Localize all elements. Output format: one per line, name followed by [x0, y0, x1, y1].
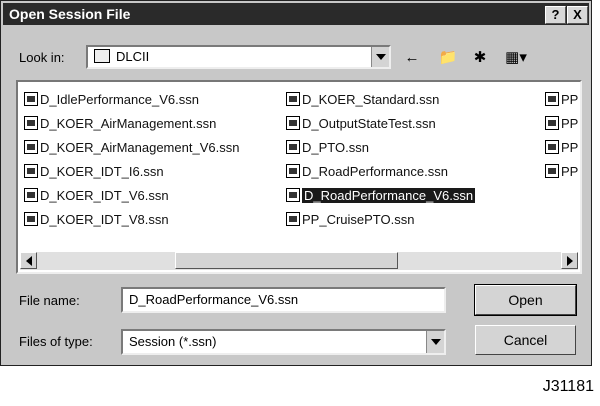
list-item[interactable]: D_KOER_IDT_V6.ssn [24, 186, 169, 204]
file-icon [24, 140, 38, 154]
figure-code: J31181 [542, 378, 594, 395]
file-icon [286, 92, 300, 106]
look-in-select[interactable]: DLCII [86, 45, 391, 69]
title-bar[interactable]: Open Session File ? X [3, 3, 589, 25]
list-item[interactable]: D_KOER_IDT_V8.ssn [24, 210, 169, 228]
file-icon [545, 116, 559, 130]
file-type-select[interactable]: Session (*.ssn) [121, 329, 446, 355]
file-icon [286, 164, 300, 178]
chevron-down-icon[interactable] [371, 47, 389, 67]
list-item[interactable]: D_KOER_IDT_I6.ssn [24, 162, 164, 180]
up-folder-icon[interactable]: 📁 [437, 47, 459, 67]
file-icon [545, 140, 559, 154]
list-item[interactable]: PP [545, 138, 578, 156]
list-item-selected[interactable]: D_RoadPerformance_V6.ssn [286, 186, 476, 204]
file-icon [24, 188, 38, 202]
file-type-label: Files of type: [19, 334, 93, 349]
chevron-down-icon[interactable] [426, 331, 444, 353]
close-button[interactable]: X [567, 6, 588, 24]
list-item[interactable]: PP_CruisePTO.ssn [286, 210, 414, 228]
list-item[interactable]: D_IdlePerformance_V6.ssn [24, 90, 199, 108]
list-item[interactable]: D_KOER_AirManagement.ssn [24, 114, 216, 132]
list-item[interactable]: D_KOER_Standard.ssn [286, 90, 439, 108]
file-icon [286, 116, 300, 130]
horizontal-scrollbar[interactable] [20, 252, 578, 270]
folder-icon [94, 49, 110, 63]
file-list[interactable]: D_IdlePerformance_V6.ssn D_KOER_AirManag… [16, 80, 582, 274]
file-icon [286, 140, 300, 154]
file-name-input[interactable]: D_RoadPerformance_V6.ssn [121, 287, 446, 313]
open-button[interactable]: Open [474, 284, 577, 316]
back-icon[interactable]: ← [401, 47, 423, 67]
list-item[interactable]: D_RoadPerformance.ssn [286, 162, 448, 180]
view-menu-icon[interactable]: ▦▾ [501, 47, 531, 67]
file-name-label: File name: [19, 293, 80, 308]
list-item[interactable]: PP [545, 90, 578, 108]
file-icon [24, 116, 38, 130]
scroll-left-icon[interactable] [20, 252, 37, 269]
new-folder-icon[interactable]: ✱ [469, 47, 491, 67]
list-item[interactable]: D_PTO.ssn [286, 138, 369, 156]
scroll-right-icon[interactable] [561, 252, 578, 269]
file-icon [545, 92, 559, 106]
list-item[interactable]: PP [545, 114, 578, 132]
file-icon [286, 188, 300, 202]
cancel-button[interactable]: Cancel [475, 325, 576, 355]
list-item[interactable]: D_OutputStateTest.ssn [286, 114, 436, 132]
file-icon [286, 212, 300, 226]
file-name-value: D_RoadPerformance_V6.ssn [129, 292, 299, 307]
look-in-value: DLCII [116, 49, 150, 64]
look-in-label: Look in: [19, 50, 65, 65]
help-button[interactable]: ? [545, 6, 566, 24]
file-icon [24, 212, 38, 226]
dialog-title: Open Session File [9, 6, 131, 22]
list-item[interactable]: D_KOER_AirManagement_V6.ssn [24, 138, 239, 156]
file-icon [24, 164, 38, 178]
list-item[interactable]: PP [545, 162, 578, 180]
file-icon [24, 92, 38, 106]
scroll-thumb[interactable] [175, 252, 398, 269]
file-type-value: Session (*.ssn) [129, 334, 217, 349]
file-icon [545, 164, 559, 178]
open-session-dialog: Open Session File ? X Look in: DLCII ← 📁… [0, 0, 592, 366]
